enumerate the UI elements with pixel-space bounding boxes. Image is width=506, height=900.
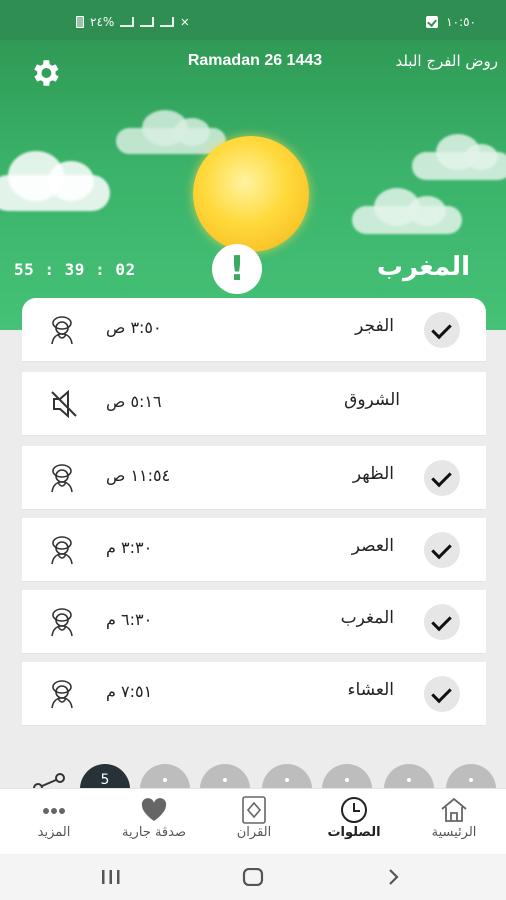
city-name[interactable]: روض الفرج البلد [338,52,498,70]
status-time: ١٠:٥٠ [446,15,476,29]
signal-icon-3 [160,17,175,27]
prayer-time: ٧:٥١ م [106,682,153,701]
prayer-name: الظهر [352,464,394,484]
bottom-nav: الرئيسية الصلوات القران صدقة جارية المزي… [0,788,506,854]
alert-button[interactable]: ! [212,244,262,294]
nav-item-home[interactable]: الرئيسية [404,789,504,855]
prayer-row-isha[interactable]: العشاء ٧:٥١ م [22,662,486,726]
signal-icon [120,17,135,27]
sun-image [193,136,309,252]
person-icon[interactable] [44,532,80,568]
hijri-date: Ramadan 26 1443 [187,52,323,69]
prayer-row-sunrise[interactable]: الشروق ٥:١٦ ص [22,372,486,436]
nav-item-charity[interactable]: صدقة جارية [104,789,204,855]
prayer-name: العشاء [347,680,394,700]
prayer-name: المغرب [340,608,394,628]
home-button-icon[interactable] [242,868,264,886]
clock-icon [341,797,367,823]
prayer-time: ٣:٥٠ ص [106,318,162,337]
nav-label: الصلوات [327,825,381,840]
notification-icon [426,16,439,28]
battery-icon [76,16,84,28]
day-dot-label: 5 [100,772,110,788]
countdown-timer: 55 : 39 : 02 [14,260,136,279]
person-icon[interactable] [44,676,80,712]
cloud [116,110,226,154]
prayer-time: ١١:٥٤ ص [106,466,171,485]
status-right: ١٠:٥٠ [426,15,476,29]
nav-item-more[interactable]: المزيد [4,789,104,855]
more-icon [43,808,65,814]
home-icon [441,797,467,822]
prayer-row-maghrib[interactable]: المغرب ٦:٣٠ م [22,590,486,654]
quran-icon [242,796,266,824]
prayer-name: الفجر [355,316,394,336]
nav-label: صدقة جارية [121,825,187,840]
status-bar: ٢٤% ✕ ١٠:٥٠ [0,0,506,40]
check-icon[interactable] [424,604,460,640]
person-icon[interactable] [44,460,80,496]
person-icon[interactable] [44,312,80,348]
status-left: ٢٤% ✕ [76,15,190,29]
back-icon[interactable] [386,868,400,886]
check-icon[interactable] [424,532,460,568]
settings-gear-icon[interactable] [28,56,62,90]
check-icon[interactable] [424,312,460,348]
cloud [352,188,462,234]
nav-item-quran[interactable]: القران [204,789,304,855]
prayer-row-dhuhr[interactable]: الظهر ١١:٥٤ ص [22,446,486,510]
nav-label: القران [236,825,272,840]
person-icon[interactable] [44,604,80,640]
mute-icon[interactable] [50,388,78,420]
prayer-time: ٥:١٦ ص [106,392,162,411]
cloud [412,134,506,180]
mute-status-icon: ✕ [180,15,190,29]
nav-label: المزيد [37,825,71,840]
prayer-name: العصر [351,536,394,556]
prayer-row-asr[interactable]: العصر ٣:٣٠ م [22,518,486,582]
battery-level: ٢٤% [90,15,115,29]
nav-label: الرئيسية [431,825,477,840]
recent-apps-icon[interactable] [100,868,122,886]
prayer-name: الشروق [344,390,400,410]
cloud [0,151,110,211]
check-icon[interactable] [424,676,460,712]
system-nav-bar [0,854,506,900]
heart-icon [141,798,167,821]
nav-item-prayers[interactable]: الصلوات [304,789,404,855]
signal-icon-2 [140,17,155,27]
prayer-row-fajr[interactable]: الفجر ٣:٥٠ ص [22,298,486,362]
exclamation-icon: ! [229,249,245,289]
prayer-time: ٣:٣٠ م [106,538,153,557]
current-prayer-name: المغرب [376,252,470,282]
prayer-time: ٦:٣٠ م [106,610,153,629]
check-icon[interactable] [424,460,460,496]
